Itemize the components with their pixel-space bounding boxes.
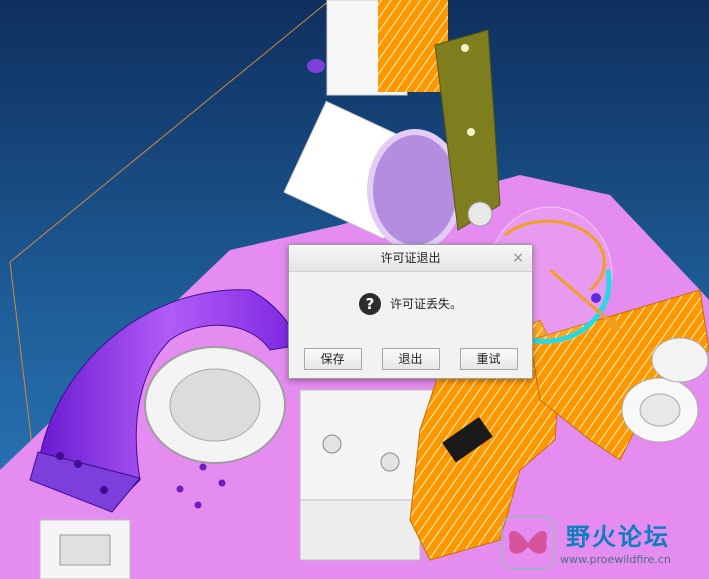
- arm-hole-1: [461, 44, 469, 52]
- dialog-message: 许可证丢失。: [389, 297, 462, 311]
- license-dialog: 许可证退出 × ? 许可证丢失。 保存 退出 重试: [288, 244, 533, 379]
- bearing-inner: [169, 368, 261, 442]
- retry-button[interactable]: 重试: [459, 348, 518, 370]
- question-icon: ?: [358, 292, 381, 315]
- axis-origin: [591, 293, 601, 303]
- butterfly-logo-icon: [501, 516, 555, 570]
- save-button[interactable]: 保存: [303, 348, 362, 370]
- exit-button[interactable]: 退出: [381, 348, 440, 370]
- housing-hole-1: [322, 434, 342, 454]
- dialog-title-bar[interactable]: 许可证退出 ×: [289, 245, 532, 272]
- foot-hole-1: [56, 452, 64, 460]
- arm-hole-3: [467, 201, 493, 227]
- corner-block-slot: [59, 534, 111, 566]
- hex-nut: [307, 59, 325, 73]
- watermark-url: www.proewildfire.cn: [560, 553, 671, 566]
- flange-disk: [367, 129, 463, 251]
- datum-plane-outline: [9, 0, 331, 263]
- wheel-right-inner: [639, 393, 681, 427]
- close-icon[interactable]: ×: [512, 245, 524, 271]
- plate-hole-1: [199, 463, 207, 471]
- plate-hole-4: [194, 501, 202, 509]
- plate-hole-3: [176, 485, 184, 493]
- housing-base: [299, 499, 421, 561]
- site-watermark: 野火论坛 www.proewildfire.cn: [500, 513, 706, 575]
- wheel-right-2: [651, 337, 709, 383]
- foot-hole-3: [74, 460, 82, 468]
- dialog-body: ? 许可证丢失。: [289, 272, 532, 335]
- dialog-buttons: 保存 退出 重试: [289, 348, 532, 370]
- watermark-title: 野火论坛: [566, 523, 670, 551]
- plate-hole-2: [218, 479, 226, 487]
- foot-hole-2: [100, 486, 108, 494]
- housing-hole-2: [380, 452, 400, 472]
- dialog-title: 许可证退出: [380, 251, 441, 265]
- arm-hole-2: [467, 128, 475, 136]
